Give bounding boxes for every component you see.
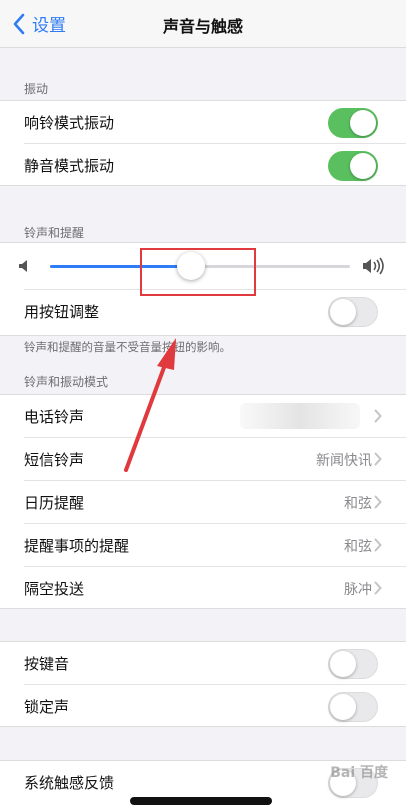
toggle-knob bbox=[350, 110, 376, 136]
calendar-alert-row[interactable]: 日历提醒 和弦 bbox=[0, 481, 406, 523]
toggle-knob bbox=[350, 153, 376, 179]
toggle-knob bbox=[330, 299, 356, 325]
airdrop-value: 脉冲 bbox=[344, 582, 372, 598]
ring-vibrate-row: 响铃模式振动 bbox=[0, 101, 406, 143]
section-header-vibration: 振动 bbox=[24, 82, 49, 96]
toggle-knob bbox=[330, 694, 356, 720]
chevron-right-icon bbox=[374, 538, 382, 552]
text-tone-row[interactable]: 短信铃声 新闻快讯 bbox=[0, 438, 406, 480]
watermark: Bai 百度 bbox=[330, 765, 388, 781]
calendar-alert-value: 和弦 bbox=[344, 496, 372, 512]
ring-vibrate-label: 响铃模式振动 bbox=[24, 114, 115, 132]
redacted-value bbox=[240, 403, 360, 429]
keyboard-clicks-toggle[interactable] bbox=[328, 649, 378, 679]
toggle-knob bbox=[330, 651, 356, 677]
ringtone-row[interactable]: 电话铃声 bbox=[0, 395, 406, 437]
home-indicator[interactable] bbox=[130, 797, 272, 805]
patterns-group: 电话铃声 短信铃声 新闻快讯 日历提醒 和弦 提醒事项的提醒 和弦 隔空投送 脉… bbox=[0, 394, 406, 609]
clicks-group: 按键音 锁定声 bbox=[0, 641, 406, 727]
lock-sound-row: 锁定声 bbox=[0, 685, 406, 727]
button-adjust-row: 用按钮调整 bbox=[0, 290, 406, 332]
keyboard-clicks-label: 按键音 bbox=[24, 655, 70, 673]
lock-sound-toggle[interactable] bbox=[328, 692, 378, 722]
reminder-alert-label: 提醒事项的提醒 bbox=[24, 537, 130, 555]
ringer-footer-note: 铃声和提醒的音量不受音量按钮的影响。 bbox=[24, 340, 231, 354]
reminder-alert-value: 和弦 bbox=[344, 539, 372, 555]
airdrop-row[interactable]: 隔空投送 脉冲 bbox=[0, 567, 406, 609]
ring-vibrate-toggle[interactable] bbox=[328, 108, 378, 138]
keyboard-clicks-row: 按键音 bbox=[0, 642, 406, 684]
silent-vibrate-toggle[interactable] bbox=[328, 151, 378, 181]
chevron-right-icon bbox=[374, 495, 382, 509]
speaker-low-icon bbox=[19, 260, 27, 272]
reminder-alert-row[interactable]: 提醒事项的提醒 和弦 bbox=[0, 524, 406, 566]
section-header-ringer: 铃声和提醒 bbox=[24, 226, 85, 240]
system-haptics-label: 系统触感反馈 bbox=[24, 774, 115, 792]
chevron-right-icon bbox=[374, 581, 382, 595]
lock-sound-label: 锁定声 bbox=[24, 698, 70, 716]
chevron-right-icon bbox=[374, 409, 382, 423]
section-header-patterns: 铃声和振动模式 bbox=[24, 375, 109, 389]
text-tone-label: 短信铃声 bbox=[24, 451, 85, 469]
page-title: 声音与触感 bbox=[162, 17, 243, 36]
button-adjust-toggle[interactable] bbox=[328, 297, 378, 327]
annotation-highlight-box bbox=[140, 248, 256, 296]
button-adjust-label: 用按钮调整 bbox=[24, 303, 100, 321]
calendar-alert-label: 日历提醒 bbox=[24, 494, 85, 512]
speaker-high-icon bbox=[363, 257, 384, 275]
text-tone-value: 新闻快讯 bbox=[316, 453, 372, 469]
chevron-right-icon bbox=[374, 452, 382, 466]
silent-vibrate-label: 静音模式振动 bbox=[24, 157, 115, 175]
airdrop-label: 隔空投送 bbox=[24, 580, 85, 598]
ringtone-label: 电话铃声 bbox=[24, 408, 85, 426]
vibration-group: 响铃模式振动 静音模式振动 bbox=[0, 100, 406, 186]
navigation-bar: 设置 声音与触感 bbox=[0, 0, 406, 48]
silent-vibrate-row: 静音模式振动 bbox=[0, 144, 406, 186]
